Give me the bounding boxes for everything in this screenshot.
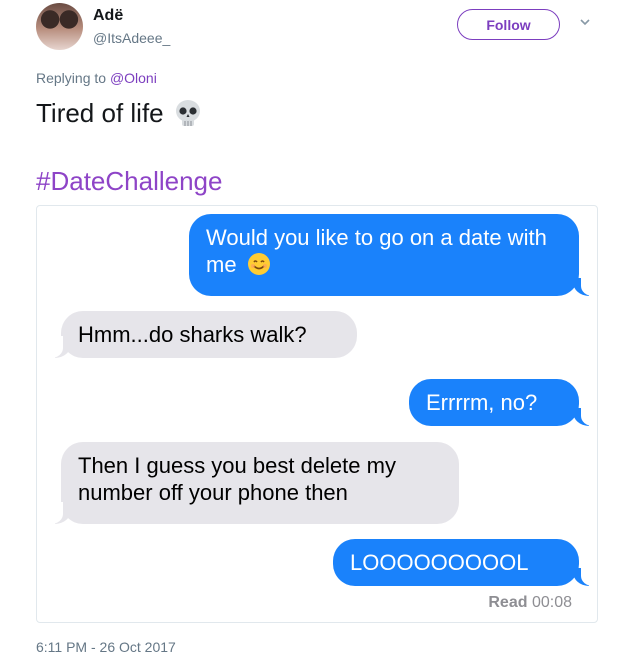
read-label: Read [488,594,528,611]
message-text: Hmm...do sharks walk? [78,322,307,347]
message-bubble-received: Hmm...do sharks walk? [61,311,357,358]
read-time: 00:08 [531,594,572,611]
reply-mention-link[interactable]: @Oloni [110,70,157,86]
smiley-icon [247,253,270,275]
tweet-text-content: Tired of life [36,98,164,128]
tweet-timestamp[interactable]: 6:11 PM - 26 Oct 2017 [36,639,176,655]
skull-icon [175,99,200,126]
message-bubble-received: Then I guess you best delete my number o… [61,442,459,524]
message-text: Errrrm, no? [426,390,538,415]
tweet-text: Tired of life [36,98,202,129]
bubble-tail [573,274,595,296]
bubble-tail [573,404,595,426]
hashtag-link[interactable]: #DateChallenge [36,166,222,197]
display-name[interactable]: Adë [93,7,123,25]
user-handle[interactable]: @ItsAdeee_ [93,30,170,46]
replying-to: Replying to @Oloni [36,70,157,86]
message-bubble-sent: LOOOOOOOOOL [333,539,579,586]
message-text: LOOOOOOOOOL [350,550,529,575]
follow-button[interactable]: Follow [457,9,560,40]
replying-to-label: Replying to [36,70,110,86]
message-bubble-sent: Would you like to go on a date with me [189,214,579,296]
chevron-down-icon[interactable] [580,17,590,27]
tweet-image[interactable]: Would you like to go on a date with me H… [36,205,598,623]
message-text: Then I guess you best delete my number o… [78,453,396,505]
bubble-tail [49,336,71,358]
bubble-tail [573,564,595,586]
read-receipt: Read 00:08 [488,594,572,612]
avatar[interactable] [36,3,83,50]
message-bubble-sent: Errrrm, no? [409,379,579,426]
bubble-tail [49,502,71,524]
